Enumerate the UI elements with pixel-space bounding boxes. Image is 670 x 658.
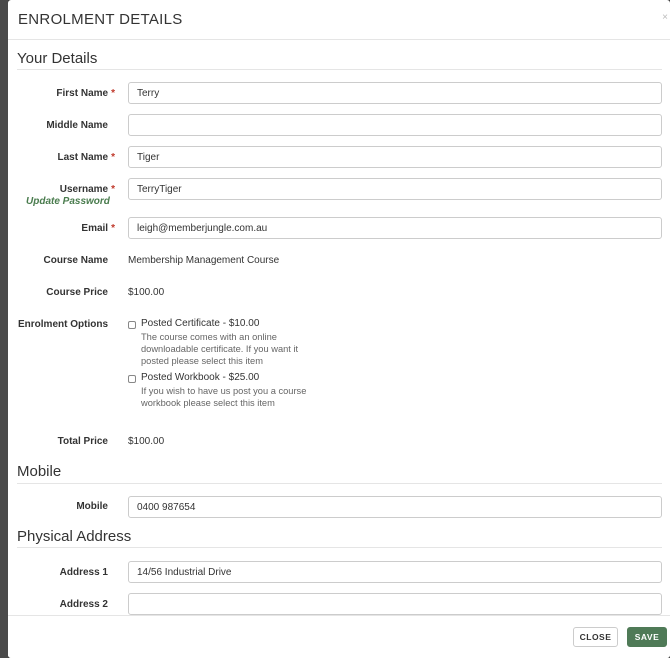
- enrolment-modal: ENROLMENT DETAILS × Your Details First N…: [8, 0, 670, 658]
- section-divider: [17, 547, 662, 548]
- posted-workbook-description: If you wish to have us post you a course…: [141, 386, 307, 408]
- enrolment-options-label: Enrolment Options: [18, 319, 108, 330]
- posted-workbook-title: Posted Workbook - $25.00: [141, 372, 260, 383]
- middle-name-input[interactable]: [128, 114, 662, 136]
- email-label: Email *: [81, 223, 115, 234]
- modal-header: ENROLMENT DETAILS ×: [8, 0, 670, 40]
- mobile-input[interactable]: [128, 496, 662, 518]
- last-name-label: Last Name *: [57, 152, 115, 163]
- section-title-your-details: Your Details: [17, 50, 98, 67]
- total-price-value: $100.00: [128, 436, 165, 447]
- address2-input[interactable]: [128, 593, 662, 615]
- close-icon[interactable]: ×: [662, 12, 668, 23]
- mobile-label: Mobile: [76, 501, 108, 512]
- update-password-link[interactable]: Update Password: [26, 196, 110, 207]
- email-input[interactable]: [128, 217, 662, 239]
- section-title-mobile: Mobile: [17, 463, 62, 480]
- course-price-label: Course Price: [46, 287, 108, 298]
- modal-footer: CLOSE SAVE: [8, 615, 670, 658]
- course-name-value: Membership Management Course: [128, 255, 280, 266]
- course-price-value: $100.00: [128, 287, 165, 298]
- address1-label: Address 1: [59, 567, 108, 578]
- address1-input[interactable]: [128, 561, 662, 583]
- save-button[interactable]: SAVE: [627, 627, 667, 647]
- posted-certificate-title: Posted Certificate - $10.00: [141, 318, 260, 329]
- last-name-input[interactable]: [128, 146, 662, 168]
- section-divider: [17, 69, 662, 70]
- first-name-input[interactable]: [128, 82, 662, 104]
- section-divider: [17, 483, 662, 484]
- modal-title: ENROLMENT DETAILS: [18, 11, 183, 28]
- modal-body: Your Details First Name* Middle Name Las…: [8, 40, 670, 615]
- section-title-physical-address: Physical Address: [17, 528, 132, 545]
- posted-certificate-checkbox[interactable]: [128, 321, 136, 329]
- course-name-label: Course Name: [43, 255, 108, 266]
- middle-name-label: Middle Name: [46, 120, 108, 131]
- total-price-label: Total Price: [57, 436, 108, 447]
- page-backdrop: [0, 0, 8, 658]
- first-name-label: First Name *: [56, 88, 115, 99]
- username-label: Username *: [59, 184, 115, 195]
- close-button[interactable]: CLOSE: [573, 627, 618, 647]
- posted-workbook-checkbox[interactable]: [128, 375, 136, 383]
- posted-certificate-description: The course comes with an online download…: [141, 332, 299, 366]
- address2-label: Address 2: [59, 599, 108, 610]
- username-input[interactable]: [128, 178, 662, 200]
